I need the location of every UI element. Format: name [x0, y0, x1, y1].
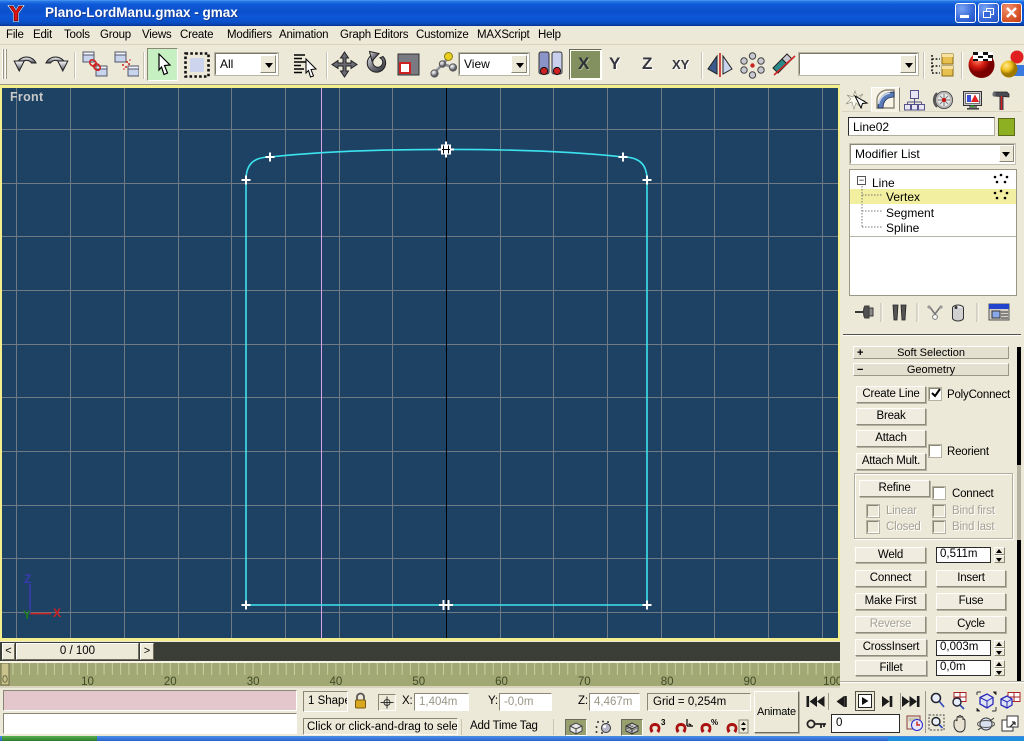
- svg-text:3: 3: [661, 718, 666, 727]
- svg-text:50: 50: [412, 676, 425, 686]
- svg-text:90: 90: [744, 676, 757, 686]
- svg-text:%: %: [711, 718, 718, 727]
- svg-text:80: 80: [661, 676, 674, 686]
- svg-text:100: 100: [823, 676, 840, 686]
- svg-text:20: 20: [164, 676, 177, 686]
- svg-text:40: 40: [330, 676, 343, 686]
- svg-text:Z: Z: [24, 572, 31, 586]
- svg-text:30: 30: [247, 676, 260, 686]
- svg-text:X: X: [53, 606, 61, 620]
- svg-text:Y: Y: [23, 608, 31, 622]
- svg-text:60: 60: [495, 676, 508, 686]
- svg-text:10: 10: [81, 676, 94, 686]
- svg-text:70: 70: [578, 676, 591, 686]
